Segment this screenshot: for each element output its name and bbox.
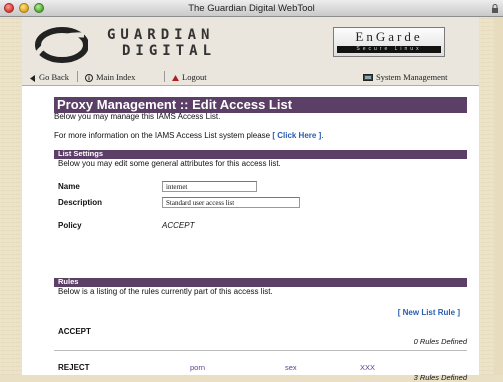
nav-divider: [164, 71, 165, 82]
logo-line1: GUARDIAN: [107, 27, 215, 43]
go-back-link[interactable]: Go Back: [30, 72, 69, 82]
engarde-tagline: Secure Linux: [337, 46, 441, 53]
lock-icon: [492, 4, 498, 13]
list-settings-header: List Settings: [54, 149, 467, 159]
window-edge: [494, 17, 503, 375]
site-header: GUARDIAN DIGITAL EnGarde Secure Linux Go…: [22, 17, 479, 86]
main-index-link[interactable]: Main Index: [85, 72, 136, 83]
engarde-wordmark: EnGarde: [355, 29, 423, 44]
rule-group-divider: [54, 350, 467, 351]
name-input[interactable]: internet: [162, 181, 257, 192]
rule-entry-sex[interactable]: sex: [285, 363, 297, 372]
policy-value: ACCEPT: [162, 221, 195, 230]
system-management-label: System Management: [376, 72, 448, 82]
page-title: Proxy Management :: Edit Access List: [57, 97, 293, 112]
info-icon: [85, 74, 93, 83]
rules-description: Below is a listing of the rules currentl…: [58, 287, 273, 296]
rules-header: Rules: [54, 277, 467, 287]
back-arrow-icon: [30, 74, 35, 82]
reject-rule-count: 3 Rules Defined: [413, 373, 467, 382]
window-titlebar[interactable]: The Guardian Digital WebTool: [0, 0, 503, 17]
info-suffix: .: [321, 131, 324, 140]
guardian-digital-logo: GUARDIAN DIGITAL: [32, 23, 232, 67]
page-intro: Below you may manage this IAMS Access Li…: [54, 112, 221, 121]
up-arrow-icon: [172, 75, 179, 82]
accept-rule-count: 0 Rules Defined: [413, 337, 467, 346]
logo-swoosh-icon: [33, 27, 88, 63]
monitor-icon: [363, 74, 373, 82]
window-title: The Guardian Digital WebTool: [188, 3, 315, 14]
info-prefix: For more information on the IAMS Access …: [54, 131, 271, 140]
main-index-label: Main Index: [96, 72, 136, 82]
accept-rule-group-name: ACCEPT: [58, 327, 91, 336]
engarde-logo: EnGarde Secure Linux: [333, 27, 445, 57]
list-settings-description: Below you may edit some general attribut…: [58, 159, 281, 168]
description-input[interactable]: Standard user access list: [162, 197, 300, 208]
page-title-bar: Proxy Management :: Edit Access List: [54, 97, 467, 113]
description-label: Description: [58, 198, 103, 207]
policy-label: Policy: [58, 221, 82, 230]
rule-entry-porn[interactable]: porn: [190, 363, 205, 372]
rule-entry-xxx[interactable]: XXX: [360, 363, 375, 372]
click-here-link[interactable]: [ Click Here ]: [272, 131, 321, 140]
name-label: Name: [58, 182, 80, 191]
logout-link[interactable]: Logout: [172, 72, 207, 82]
rules-title: Rules: [58, 277, 79, 286]
reject-rule-group-name: REJECT: [58, 363, 90, 372]
list-settings-title: List Settings: [58, 149, 104, 158]
nav-bar: Go Back Main Index Logout System Managem…: [22, 69, 479, 85]
logout-label: Logout: [182, 72, 207, 82]
go-back-label: Go Back: [39, 72, 69, 82]
nav-divider: [77, 71, 78, 82]
info-line: For more information on the IAMS Access …: [54, 131, 323, 140]
new-list-rule-link[interactable]: [ New List Rule ]: [398, 308, 460, 317]
logo-line2: DIGITAL: [122, 43, 217, 59]
browser-content: GUARDIAN DIGITAL EnGarde Secure Linux Go…: [22, 17, 479, 382]
system-management-link[interactable]: System Management: [363, 72, 448, 82]
